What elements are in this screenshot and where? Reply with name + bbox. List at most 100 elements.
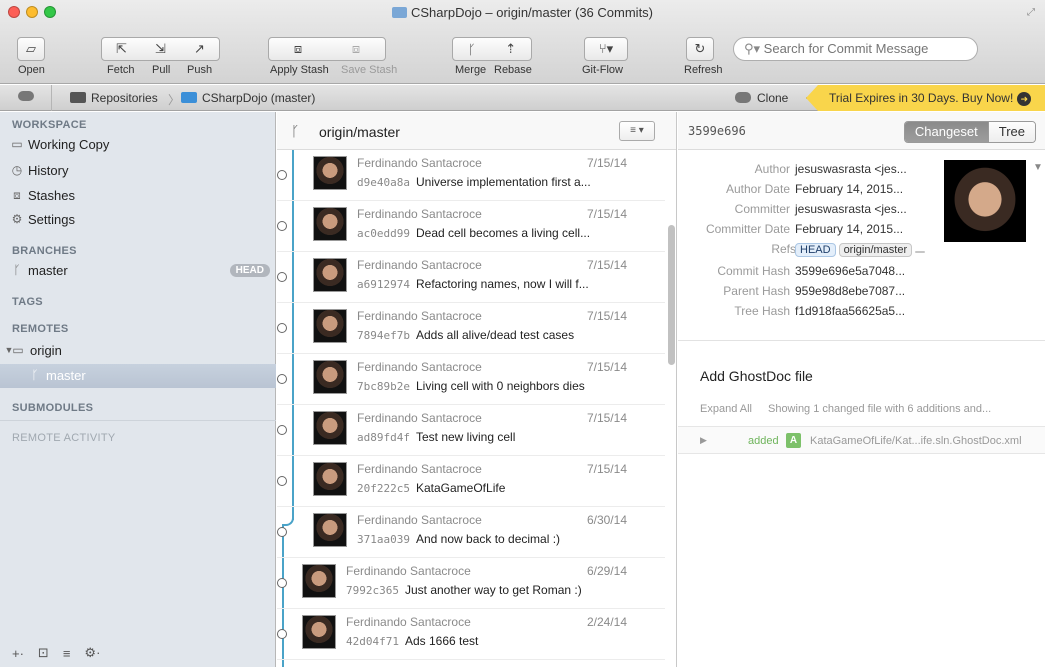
open-label: Open	[18, 64, 45, 76]
commit-author: Ferdinando Santacroce	[346, 615, 471, 629]
trial-banner[interactable]: Trial Expires in 30 Days. Buy Now! ➜	[806, 85, 1045, 111]
view-options-button[interactable]: ≡ ▾	[619, 121, 655, 141]
gear-icon[interactable]: ⚙·	[84, 645, 100, 661]
avatar	[313, 360, 347, 394]
commit-message: 7bc89b2e Living cell with 0 neighbors die…	[357, 379, 585, 393]
commit-search-field[interactable]: ⚲▾	[733, 37, 978, 61]
added-badge: A	[786, 433, 801, 448]
merge-label: Merge	[455, 64, 487, 76]
commit-row[interactable]: Ferdinando Santacroce 7/15/14 a6912974 Refa…	[277, 252, 665, 303]
commit-hash: 7894ef7b	[357, 329, 410, 342]
sidebar-item-settings[interactable]: ⚙ Settings	[0, 208, 276, 232]
commit-subject: Just another way to get Roman :)	[404, 583, 582, 597]
commit-row[interactable]: Ferdinando Santacroce 6/29/14 7992c365 Just…	[277, 558, 665, 609]
detail-header: 3599e696 Changeset Tree	[678, 112, 1045, 150]
commit-author: Ferdinando Santacroce	[357, 258, 482, 272]
pull-label: Pull	[152, 64, 171, 76]
meta-committer: Committer jesuswasrasta <jes...	[734, 202, 907, 216]
fetch-icon[interactable]: ⇱	[116, 41, 127, 57]
fullscreen-icon[interactable]: ⤢	[1027, 7, 1037, 18]
cloud-icon[interactable]	[18, 91, 34, 101]
git-flow-icon: ⑂▾	[598, 41, 614, 56]
commit-message: ad89fd4f Test new living cell	[357, 430, 515, 444]
section-submodules[interactable]: SUBMODULES	[12, 402, 93, 414]
commit-author: Ferdinando Santacroce	[357, 207, 482, 221]
commit-author: Ferdinando Santacroce	[346, 564, 471, 578]
commit-message: d9e40a8a Universe implementation first a.…	[357, 175, 591, 189]
commit-row[interactable]: Ferdinando Santacroce 7/15/14 ad89fd4f Test…	[277, 405, 665, 456]
commit-row[interactable]: Ferdinando Santacroce 7/15/14 ac0edd99 Dead…	[277, 201, 665, 252]
commit-message: a6912974 Refactoring names, now I will f.…	[357, 277, 589, 291]
meta-commit-hash: Commit Hash 3599e696e5a7048...	[717, 264, 906, 278]
commit-row[interactable]: Ferdinando Santacroce 6/30/14 371aa039 And …	[277, 507, 665, 558]
file-status: added	[748, 435, 779, 447]
commit-node-icon	[277, 374, 287, 384]
disclosure-triangle-icon[interactable]: ▶	[700, 435, 707, 446]
add-icon[interactable]: +·	[12, 646, 24, 661]
commit-hash: a6912974	[357, 278, 410, 291]
section-remotes: REMOTES	[12, 323, 69, 335]
commit-date: 7/15/14	[586, 156, 627, 170]
chevron-down-icon[interactable]: ▼	[1033, 162, 1043, 173]
commit-row[interactable]: Ferdinando Santacroce 7/15/14 7bc89b2e Livi…	[277, 354, 665, 405]
list-icon[interactable]: ≡	[63, 646, 71, 661]
commit-date: 6/30/14	[586, 513, 627, 527]
clone-button[interactable]: Clone	[735, 91, 788, 105]
commit-subject: Dead cell becomes a living cell...	[415, 226, 591, 240]
commit-hash: ad89fd4f	[357, 431, 410, 444]
file-path: KataGameOfLife/Kat...ife.sln.GhostDoc.xm…	[810, 435, 1022, 447]
commit-row[interactable]: Ferdinando Santacroce 2/24/14 42d04f71 Ads …	[277, 609, 665, 660]
commit-node-icon	[277, 578, 287, 588]
meta-author-date: Author Date February 14, 2015...	[725, 182, 904, 196]
ref-tag-head[interactable]: HEAD	[795, 243, 836, 257]
section-remote-activity[interactable]: REMOTE ACTIVITY	[12, 432, 116, 444]
refresh-button[interactable]: ↻	[686, 37, 714, 61]
commit-row[interactable]: Ferdinando Santacroce 7/15/14 d9e40a8a Univ…	[277, 150, 665, 201]
commit-author: Ferdinando Santacroce	[357, 411, 482, 425]
commit-hash: d9e40a8a	[357, 176, 410, 189]
changed-file-row[interactable]: ▶ added A KataGameOfLife/Kat...ife.sln.G…	[678, 426, 1045, 454]
window-title: CSharpDojo – origin/master (36 Commits)	[0, 5, 1045, 20]
commit-node-icon	[277, 425, 287, 435]
sidebar-item-working-copy[interactable]: ▭ Working Copy	[0, 133, 276, 157]
save-stash-icon: ⧈	[351, 41, 361, 56]
rebase-label: Rebase	[494, 64, 532, 76]
commit-row[interactable]: Ferdinando Santacroce 7/15/14 7894ef7b Adds…	[277, 303, 665, 354]
sidebar-item-history[interactable]: ◷ History	[0, 159, 276, 183]
sidebar-item-remote-master[interactable]: ᚴ master	[0, 364, 276, 388]
sidebar-item-branch-master[interactable]: ᚴ master HEAD	[0, 259, 276, 283]
git-flow-button[interactable]: ⑂▾	[584, 37, 628, 61]
apply-stash-icon[interactable]: ⧈	[294, 41, 302, 57]
sidebar-item-remote-origin[interactable]: ▼ ▭ origin	[0, 339, 276, 363]
merge-icon[interactable]: ᚴ	[468, 42, 476, 57]
commit-date: 7/15/14	[586, 258, 627, 272]
breadcrumb-repositories[interactable]: Repositories	[70, 91, 158, 105]
commit-date: 7/15/14	[586, 360, 627, 374]
commit-row[interactable]: Ferdinando Santacroce 7/15/14 20f222c5 Kata…	[277, 456, 665, 507]
open-button[interactable]: ▱	[17, 37, 45, 61]
push-label: Push	[187, 64, 213, 76]
breadcrumb-repo[interactable]: CSharpDojo (master)	[181, 91, 315, 105]
scrollbar[interactable]	[668, 225, 675, 365]
commit-hash: ac0edd99	[357, 227, 410, 240]
commit-date: 6/29/14	[586, 564, 627, 578]
rebase-icon[interactable]: ⇡	[505, 41, 516, 57]
filter-icon[interactable]: ⊡	[38, 645, 49, 661]
push-icon[interactable]: ↗	[194, 41, 205, 57]
commit-node-icon	[277, 221, 287, 231]
sidebar-item-stashes[interactable]: ⧈ Stashes	[0, 184, 276, 208]
commit-date: 7/15/14	[586, 411, 627, 425]
pull-icon[interactable]: ⇲	[155, 41, 166, 57]
commit-subject: Add GhostDoc file	[700, 368, 813, 384]
clock-icon: ◷	[11, 163, 23, 177]
avatar	[313, 207, 347, 241]
tab-changeset[interactable]: Changeset	[904, 122, 988, 142]
commit-search-input[interactable]	[763, 41, 974, 56]
branch-icon: ᚴ	[13, 263, 21, 277]
commit-subject: Adds all alive/dead test cases	[415, 328, 575, 342]
repo-folder-icon	[181, 92, 197, 103]
section-tags[interactable]: TAGS	[12, 296, 43, 308]
tab-tree[interactable]: Tree	[987, 122, 1035, 142]
expand-all-link[interactable]: Expand All	[700, 403, 752, 415]
ref-tag-origin-master[interactable]: origin/master	[838, 243, 913, 257]
